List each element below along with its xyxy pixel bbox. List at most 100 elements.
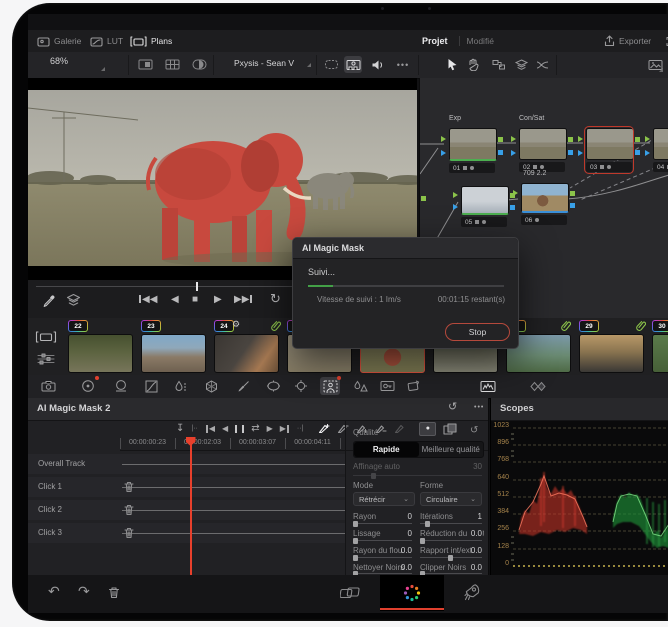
node-4[interactable]: 04 (653, 128, 668, 172)
node-1-key-output-port[interactable] (498, 150, 503, 155)
tab-lut[interactable]: LUT (90, 30, 123, 52)
sizing-icon[interactable] (403, 377, 423, 395)
wipe-layers-icon[interactable] (66, 293, 81, 308)
keyer-icon[interactable] (377, 377, 397, 395)
mask-timeline-playhead[interactable] (190, 437, 192, 575)
view-grid-icon[interactable] (163, 56, 181, 73)
clip-22[interactable]: 22 (68, 318, 133, 375)
cursor-tool-icon[interactable] (443, 56, 461, 73)
node-5[interactable]: 05 (461, 186, 509, 227)
eyedropper-icon[interactable] (42, 294, 56, 308)
node-3-selected[interactable]: 03 (583, 125, 635, 175)
clip-23[interactable]: 23 (141, 318, 206, 375)
blur-sharpen-icon[interactable] (350, 377, 370, 395)
reset-icon[interactable]: ↺ (448, 402, 457, 413)
tracker-icon[interactable] (291, 377, 311, 395)
play-button[interactable]: ▶ (214, 295, 222, 305)
edit-page-icon[interactable] (340, 586, 360, 600)
wipe-mode-icon[interactable] (322, 56, 340, 73)
hdr-wheels-icon[interactable] (111, 377, 131, 395)
goto-first-frame-button[interactable]: ◀◀ (138, 295, 157, 305)
track-both-icon[interactable]: ⇄ (251, 423, 259, 434)
color-wheels-icon[interactable] (78, 376, 99, 395)
track-to-end-button[interactable]: ▶ (280, 424, 290, 433)
param-slider[interactable] (353, 570, 412, 577)
param-slider[interactable] (353, 554, 412, 561)
stroke-add-pen-icon[interactable] (318, 423, 330, 434)
node-1-output-port[interactable] (498, 137, 503, 142)
loop-icon[interactable]: ↻ (270, 292, 281, 305)
track-forward-button[interactable]: ▶ (267, 424, 273, 433)
param-slider[interactable] (420, 570, 482, 577)
clip-30[interactable]: 30 (652, 318, 668, 375)
pause-tracking-button[interactable] (235, 424, 245, 433)
speaker-icon[interactable] (369, 56, 387, 73)
undo-icon[interactable]: ↶ (48, 584, 60, 598)
project-title[interactable]: Projet Modifié (422, 30, 494, 52)
tab-galerie[interactable]: Galerie (37, 30, 81, 52)
stop-tracking-button[interactable]: Stop (445, 323, 510, 341)
clip-title-select[interactable]: Pxysis - Sean V (216, 58, 312, 68)
scopes-header[interactable]: Scopes (491, 398, 668, 421)
node-6[interactable]: 06 (521, 183, 569, 225)
node-1[interactable]: 01 (449, 128, 497, 173)
goto-last-frame-button[interactable]: ▶▶ (234, 295, 253, 305)
picker-icon[interactable] (233, 377, 253, 395)
view-single-icon[interactable] (136, 56, 154, 73)
zoom-select[interactable]: 68% (36, 56, 106, 72)
track-to-start-button[interactable]: ◀ (205, 424, 215, 433)
camera-raw-icon[interactable] (38, 377, 58, 395)
quality-fast-button[interactable]: Rapide (354, 442, 419, 457)
track-out-marker-icon[interactable]: ··| (297, 425, 303, 432)
curves-icon[interactable] (141, 377, 161, 395)
track-row-click-1[interactable]: Click 1 (28, 477, 345, 497)
stop-button[interactable]: ■ (192, 295, 198, 305)
hand-tool-icon[interactable] (464, 56, 482, 73)
clips-rail-icon[interactable] (35, 330, 57, 344)
viewer-playhead-tick[interactable] (196, 282, 198, 291)
param-slider[interactable] (420, 520, 482, 527)
color-page-tab-active[interactable] (380, 575, 444, 611)
stills-icon[interactable] (646, 56, 664, 73)
auto-refine-slider[interactable] (353, 472, 482, 479)
clip-29[interactable]: 29 (579, 318, 644, 375)
param-slider[interactable] (420, 537, 482, 544)
power-window-icon[interactable] (263, 377, 283, 395)
panel-more-icon[interactable]: ••• (474, 404, 484, 411)
timeline-rail-icon[interactable] (36, 352, 56, 366)
track-row-overall[interactable]: Overall Track (28, 454, 345, 474)
scopes-toggle-icon[interactable] (478, 377, 498, 395)
node-1-input-port[interactable] (441, 136, 446, 142)
keyframes-icon[interactable] (528, 377, 548, 395)
quality-reset-icon[interactable]: ↺ (470, 426, 478, 436)
node-2[interactable]: 02 (519, 128, 567, 172)
trash-icon[interactable] (108, 586, 120, 599)
export-button[interactable]: Exporter (604, 30, 651, 52)
param-slider[interactable] (353, 520, 412, 527)
shape-dropdown[interactable]: Circulaire ⌄ (420, 492, 482, 506)
param-slider[interactable] (420, 554, 482, 561)
tab-plans[interactable]: Plans (130, 30, 172, 52)
mixer-tool-icon[interactable] (533, 56, 551, 73)
node-tool-icon[interactable] (490, 56, 508, 73)
mode-dropdown[interactable]: Rétrécir ⌄ (353, 492, 415, 506)
qualifier-icon[interactable] (170, 377, 190, 395)
rocket-icon[interactable] (464, 583, 481, 601)
layers-tool-icon[interactable] (512, 56, 530, 73)
track-to-playhead-icon[interactable]: ↧ (176, 423, 184, 434)
param-slider[interactable] (353, 537, 412, 544)
redo-icon[interactable]: ↷ (78, 584, 90, 598)
node-1-mask-input-port[interactable] (441, 150, 446, 156)
color-warper-icon[interactable] (201, 377, 221, 395)
source-port[interactable] (421, 196, 426, 201)
view-split-icon[interactable] (190, 56, 208, 73)
grab-still-icon[interactable] (344, 56, 362, 73)
play-reverse-button[interactable]: ◀ (171, 295, 179, 305)
viewer-more-icon[interactable]: ••• (394, 56, 412, 73)
quality-better-button[interactable]: Meilleure qualité (419, 442, 484, 457)
track-reverse-button[interactable]: ◀ (222, 424, 228, 433)
track-in-marker-icon[interactable]: |·· (191, 425, 197, 432)
track-row-click-2[interactable]: Click 2 (28, 500, 345, 520)
dialog-titlebar[interactable]: AI Magic Mask (293, 238, 518, 259)
track-row-click-3[interactable]: Click 3 (28, 523, 345, 543)
